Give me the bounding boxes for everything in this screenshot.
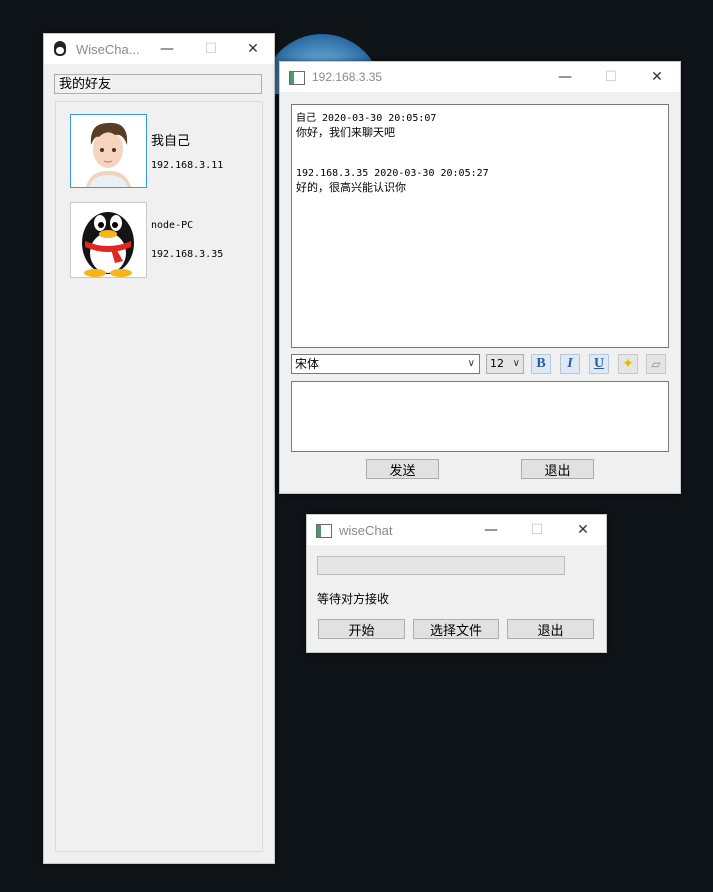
friends-window: WiseCha... — ☐ ✕ 我的好友 我自己 192.168.3.11 n… bbox=[43, 33, 275, 864]
app-window-icon bbox=[315, 522, 332, 538]
window-title: wiseChat bbox=[339, 522, 393, 538]
exit-button[interactable]: 退出 bbox=[521, 459, 594, 479]
italic-button[interactable]: I bbox=[560, 354, 580, 374]
underline-button[interactable]: U bbox=[589, 354, 609, 374]
file-titlebar[interactable]: wiseChat — ☐ ✕ bbox=[307, 515, 606, 545]
message-input[interactable] bbox=[291, 381, 669, 452]
bold-button[interactable]: B bbox=[531, 354, 551, 374]
avatar-man bbox=[70, 114, 147, 188]
contact-ip: 192.168.3.35 bbox=[151, 249, 224, 260]
friends-titlebar[interactable]: WiseCha... — ☐ ✕ bbox=[44, 34, 274, 64]
window-title: WiseCha... bbox=[76, 41, 140, 57]
penguin-app-icon bbox=[52, 41, 68, 57]
minimize-button[interactable]: — bbox=[468, 515, 514, 545]
emoji-icon[interactable]: ✦ bbox=[618, 354, 638, 374]
chevron-down-icon: ∨ bbox=[512, 358, 520, 369]
file-transfer-window: wiseChat — ☐ ✕ 等待对方接收 开始 选择文件 退出 bbox=[306, 514, 607, 653]
choose-file-button[interactable]: 选择文件 bbox=[413, 619, 499, 639]
minimize-button[interactable]: — bbox=[542, 62, 588, 92]
file-transfer-icon[interactable]: ▱ bbox=[646, 354, 666, 374]
close-button[interactable]: ✕ bbox=[634, 62, 680, 92]
maximize-button[interactable]: ☐ bbox=[514, 515, 560, 545]
exit-button[interactable]: 退出 bbox=[507, 619, 594, 639]
message-text: 好的，很高兴能认识你 bbox=[296, 181, 406, 194]
maximize-button[interactable]: ☐ bbox=[190, 34, 232, 64]
chat-titlebar[interactable]: 192.168.3.35 — ☐ ✕ bbox=[280, 62, 680, 92]
status-text: 等待对方接收 bbox=[317, 592, 390, 606]
font-select[interactable]: 宋体 ∨ bbox=[291, 354, 480, 374]
contacts-list: 我自己 192.168.3.11 node-PC 192.168.3.35 bbox=[55, 101, 263, 852]
close-button[interactable]: ✕ bbox=[560, 515, 606, 545]
minimize-button[interactable]: — bbox=[144, 34, 190, 64]
avatar-penguin bbox=[70, 202, 147, 278]
contact-item[interactable]: 我自己 192.168.3.11 bbox=[70, 114, 250, 192]
size-select-value: 12 bbox=[490, 357, 504, 370]
message-history[interactable]: 自己 2020-03-30 20:05:07 你好，我们来聊天吧 192.168… bbox=[291, 104, 669, 348]
progress-bar bbox=[317, 556, 565, 575]
chat-window: 192.168.3.35 — ☐ ✕ 自己 2020-03-30 20:05:0… bbox=[279, 61, 681, 494]
contact-ip: 192.168.3.11 bbox=[151, 160, 224, 171]
close-button[interactable]: ✕ bbox=[232, 34, 274, 64]
font-select-value: 宋体 bbox=[295, 357, 320, 371]
app-window-icon bbox=[288, 69, 305, 85]
message: 192.168.3.35 2020-03-30 20:05:27 好的，很高兴能… bbox=[296, 168, 664, 195]
message: 自己 2020-03-30 20:05:07 你好，我们来聊天吧 bbox=[296, 109, 664, 140]
message-text: 你好，我们来聊天吧 bbox=[296, 126, 395, 139]
start-button[interactable]: 开始 bbox=[318, 619, 405, 639]
message-meta: 192.168.3.35 2020-03-30 20:05:27 bbox=[296, 168, 489, 179]
message-meta: 自己 2020-03-30 20:05:07 bbox=[296, 113, 437, 124]
contact-name: node-PC bbox=[151, 220, 194, 231]
maximize-button[interactable]: ☐ bbox=[588, 62, 634, 92]
chevron-down-icon: ∨ bbox=[467, 358, 475, 369]
send-button[interactable]: 发送 bbox=[366, 459, 439, 479]
contact-item[interactable]: node-PC 192.168.3.35 bbox=[70, 202, 250, 280]
friends-header[interactable]: 我的好友 bbox=[54, 74, 262, 94]
size-select[interactable]: 12 ∨ bbox=[486, 354, 524, 374]
window-title: 192.168.3.35 bbox=[312, 70, 383, 84]
contact-name: 我自己 bbox=[151, 134, 191, 149]
